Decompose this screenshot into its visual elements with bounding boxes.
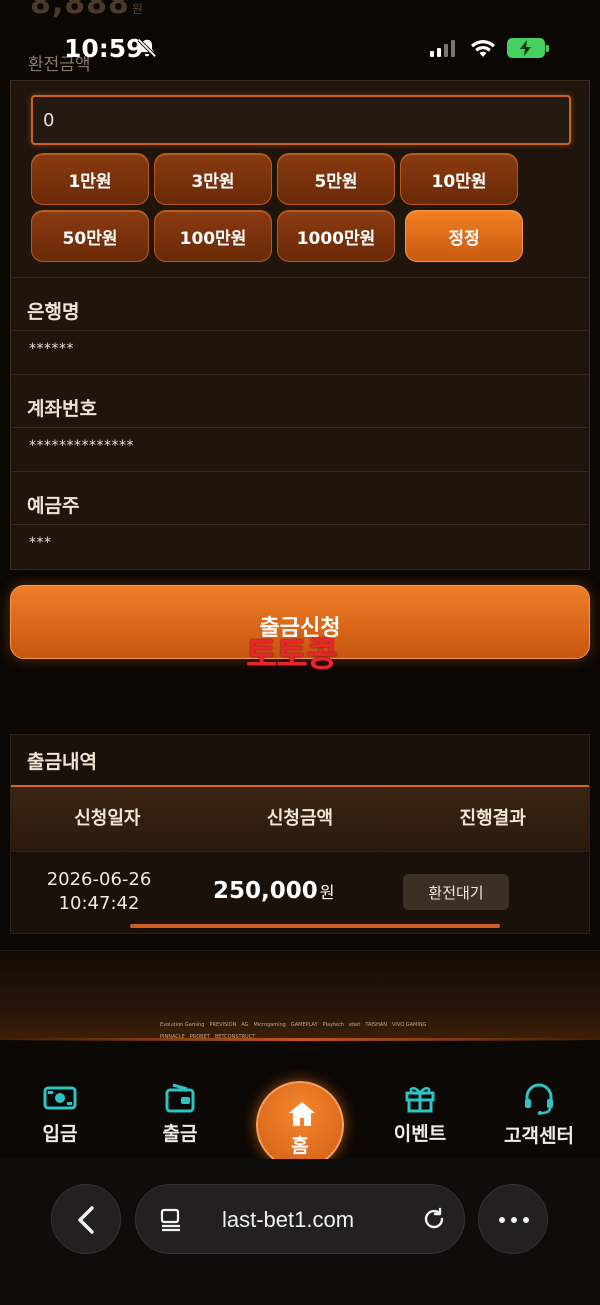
row-date-time: 10:47:42 xyxy=(58,893,140,914)
deposit-icon xyxy=(43,1086,77,1110)
account-number-value: ************** xyxy=(29,438,134,454)
account-number-label: 계좌번호 xyxy=(27,398,97,420)
column-request-date: 신청일자 xyxy=(74,808,141,829)
battery-charging-icon xyxy=(507,38,549,58)
nav-withdraw[interactable]: 출금 xyxy=(130,1083,230,1146)
chip-50k-button[interactable]: 5만원 xyxy=(277,153,395,205)
more-dots-icon xyxy=(499,1217,529,1223)
url-text: last-bet1.com xyxy=(222,1207,355,1232)
table-row: 2026-06-26 10:47:42 250,000 원 환전대기 xyxy=(11,851,589,935)
muted-bell-icon xyxy=(137,38,157,58)
horizontal-scrollbar[interactable] xyxy=(130,924,500,928)
partner-logo: TAISHAN xyxy=(365,1021,387,1028)
divider xyxy=(11,427,589,428)
chip-10m-button[interactable]: 1000만원 xyxy=(277,210,395,262)
column-status: 진행결과 xyxy=(459,808,526,829)
row-amount: 250,000 원 xyxy=(213,878,335,904)
partner-logo: VIVO GAMING xyxy=(391,1021,427,1028)
address-bar[interactable]: last-bet1.com xyxy=(135,1184,465,1254)
home-icon xyxy=(289,1102,315,1126)
partner-logo: ebet xyxy=(349,1021,361,1028)
row-amount-value: 250,000 xyxy=(213,878,318,904)
withdraw-history-panel: 출금내역 신청일자 신청금액 진행결과 2026-06-26 10:47:42 … xyxy=(10,734,590,934)
history-table-header: 신청일자 신청금액 진행결과 xyxy=(11,785,589,851)
status-badge: 환전대기 xyxy=(403,874,509,910)
nav-home-button[interactable]: 홈 xyxy=(256,1081,344,1169)
partner-logo: Playtech xyxy=(322,1021,345,1028)
gift-icon xyxy=(405,1087,435,1113)
nav-events-label: 이벤트 xyxy=(393,1123,447,1145)
bottom-nav: 입금 출금 홈 이벤트 고객센터 xyxy=(0,1041,600,1169)
chip-100k-button[interactable]: 10만원 xyxy=(400,153,518,205)
nav-support[interactable]: 고객센터 xyxy=(489,1083,589,1148)
divider xyxy=(11,330,589,331)
reset-button[interactable]: 정정 xyxy=(405,210,523,262)
chip-10k-button[interactable]: 1만원 xyxy=(31,153,149,205)
status-time: 10:59 xyxy=(64,34,144,63)
browser-more-button[interactable] xyxy=(478,1184,548,1254)
history-title: 출금내역 xyxy=(27,751,97,773)
account-holder-value: *** xyxy=(29,535,52,551)
nav-deposit-label: 입금 xyxy=(42,1123,78,1145)
nav-events[interactable]: 이벤트 xyxy=(370,1083,470,1146)
withdraw-form-panel: 1만원 3만원 5만원 10만원 50만원 100만원 1000만원 정정 은행… xyxy=(10,80,590,570)
watermark-text: 토토콩 xyxy=(246,635,338,675)
bank-name-value: ****** xyxy=(29,341,74,357)
partner-logo: PREVISION xyxy=(209,1021,237,1028)
account-holder-label: 예금주 xyxy=(27,495,80,517)
partner-logo: Evolution Gaming xyxy=(160,1021,205,1028)
column-request-amount: 신청금액 xyxy=(266,808,334,829)
row-amount-unit: 원 xyxy=(319,883,335,902)
page-menu-icon xyxy=(160,1208,180,1232)
partner-logo: Microgaming xyxy=(253,1021,286,1028)
divider xyxy=(11,374,589,375)
partial-balance-unit: 원 xyxy=(131,2,144,16)
reload-icon[interactable] xyxy=(420,1206,448,1234)
nav-support-label: 고객센터 xyxy=(504,1125,574,1147)
partner-logo: GAMEPLAY xyxy=(290,1021,318,1028)
row-date: 2026-06-26 10:47:42 xyxy=(29,868,169,916)
partial-balance: 8,888 원 xyxy=(30,0,144,21)
chip-1m-button[interactable]: 100만원 xyxy=(154,210,272,262)
nav-home-label: 홈 xyxy=(291,1135,309,1157)
partial-balance-value: 8,888 xyxy=(30,0,130,21)
chevron-left-icon xyxy=(78,1206,94,1234)
divider xyxy=(11,277,589,278)
divider xyxy=(11,471,589,472)
divider xyxy=(11,524,589,525)
browser-back-button[interactable] xyxy=(51,1184,121,1254)
cell-signal-icon xyxy=(430,40,455,57)
nav-withdraw-label: 출금 xyxy=(162,1123,198,1145)
wallet-icon xyxy=(165,1083,195,1113)
amount-input[interactable] xyxy=(31,95,571,145)
chip-30k-button[interactable]: 3만원 xyxy=(154,153,272,205)
nav-deposit[interactable]: 입금 xyxy=(10,1083,110,1146)
partner-logo: AG xyxy=(241,1021,249,1028)
wifi-icon xyxy=(471,40,495,57)
row-date-day: 2026-06-26 xyxy=(46,869,152,890)
headset-icon xyxy=(525,1083,553,1115)
chip-500k-button[interactable]: 50만원 xyxy=(31,210,149,262)
bank-name-label: 은행명 xyxy=(27,301,80,323)
status-bar: 8,888 원 10:59 xyxy=(0,0,600,80)
browser-toolbar: last-bet1.com xyxy=(0,1159,600,1305)
